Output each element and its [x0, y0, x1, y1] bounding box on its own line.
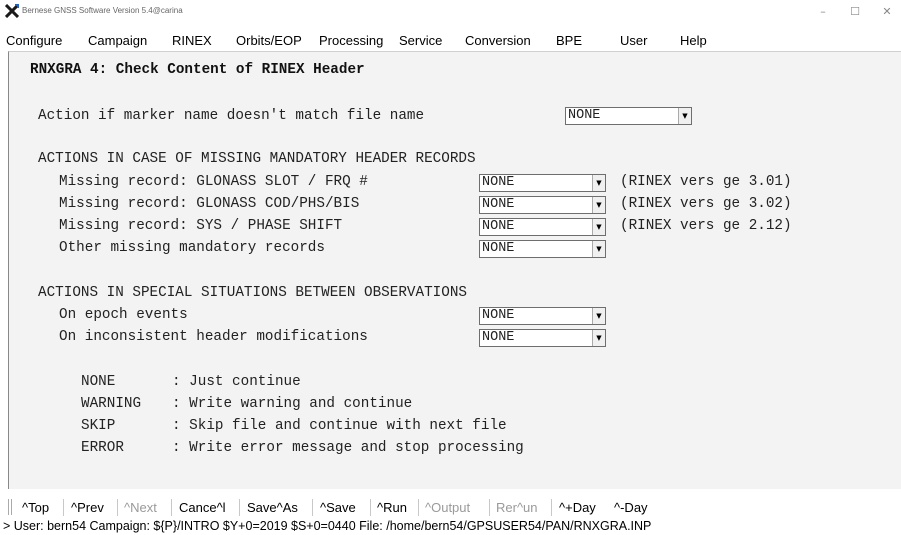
inconsistent-header-select[interactable]: NONE ▼: [479, 329, 606, 347]
legend-key-error: ERROR: [81, 440, 142, 456]
toolbar-separator: [63, 499, 64, 516]
bernese-logo-icon: [5, 4, 19, 18]
toolbar-separator: [418, 499, 419, 516]
dropdown-arrow-icon: ▼: [592, 197, 605, 213]
maximize-icon[interactable]: ☐: [840, 3, 870, 21]
toolbar-grip-handle[interactable]: [8, 499, 12, 515]
select-value: NONE: [482, 197, 515, 212]
epoch-events-select[interactable]: NONE ▼: [479, 307, 606, 325]
select-value: NONE: [482, 330, 515, 345]
legend-desc-skip: : Skip file and continue with next file: [172, 418, 507, 434]
toolbar-separator: [239, 499, 240, 516]
toolbar-separator: [370, 499, 371, 516]
legend-key-none: NONE: [81, 374, 142, 390]
row-label-other-missing: Other missing mandatory records: [59, 240, 325, 256]
marker-label: Action if marker name doesn't match file…: [38, 108, 425, 124]
glonass-cod-select[interactable]: NONE ▼: [479, 196, 606, 214]
menu-rinex[interactable]: RINEX: [172, 33, 212, 48]
legend-desc-warning: : Write warning and continue: [172, 396, 413, 412]
top-button[interactable]: ^Top: [22, 500, 49, 515]
menu-bar: Configure Campaign RINEX Orbits/EOP Proc…: [0, 28, 901, 50]
row-label-glonass-slot: Missing record: GLONASS SLOT / FRQ #: [59, 174, 368, 190]
legend-desc-error: : Write error message and stop processin…: [172, 440, 524, 456]
title-bar: Bernese GNSS Software Version 5.4@carina…: [0, 0, 901, 24]
select-value: NONE: [482, 308, 515, 323]
section-heading-special: ACTIONS IN SPECIAL SITUATIONS BETWEEN OB…: [38, 285, 467, 301]
row-label-glonass-cod: Missing record: GLONASS COD/PHS/BIS: [59, 196, 360, 212]
menu-configure[interactable]: Configure: [6, 33, 62, 48]
legend-key-skip: SKIP: [81, 418, 142, 434]
row-note-glonass-cod: (RINEX vers ge 3.02): [620, 196, 792, 212]
cancel-button[interactable]: Cance^l: [179, 500, 226, 515]
input-panel: RNXGRA 4: Check Content of RINEX Header …: [8, 51, 901, 489]
rerun-button[interactable]: Rer^un: [496, 500, 538, 515]
row-label-epoch-events: On epoch events: [59, 307, 188, 323]
toolbar-separator: [489, 499, 490, 516]
minus-day-button[interactable]: ^-Day: [614, 500, 648, 515]
select-value: NONE: [568, 108, 601, 123]
dropdown-arrow-icon: ▼: [678, 108, 691, 124]
legend-desc-none: : Just continue: [172, 374, 301, 390]
save-button[interactable]: ^Save: [320, 500, 356, 515]
toolbar-separator: [171, 499, 172, 516]
status-bar: > User: bern54 Campaign: ${P}/INTRO $Y+0…: [0, 519, 901, 535]
other-missing-select[interactable]: NONE ▼: [479, 240, 606, 258]
select-value: NONE: [482, 241, 515, 256]
dropdown-arrow-icon: ▼: [592, 330, 605, 346]
toolbar-separator: [312, 499, 313, 516]
output-button[interactable]: ^Output: [425, 500, 470, 515]
row-note-glonass-slot: (RINEX vers ge 3.01): [620, 174, 792, 190]
next-button[interactable]: ^Next: [124, 500, 157, 515]
row-note-sys-phase: (RINEX vers ge 2.12): [620, 218, 792, 234]
menu-orbits-eop[interactable]: Orbits/EOP: [236, 33, 302, 48]
select-value: NONE: [482, 219, 515, 234]
window-title: Bernese GNSS Software Version 5.4@carina: [22, 6, 183, 15]
panel-title: RNXGRA 4: Check Content of RINEX Header: [30, 62, 365, 78]
select-value: NONE: [482, 175, 515, 190]
toolbar-separator: [551, 499, 552, 516]
menu-user[interactable]: User: [620, 33, 647, 48]
glonass-slot-select[interactable]: NONE ▼: [479, 174, 606, 192]
save-as-button[interactable]: Save^As: [247, 500, 298, 515]
prev-button[interactable]: ^Prev: [71, 500, 104, 515]
menu-service[interactable]: Service: [399, 33, 442, 48]
menu-help[interactable]: Help: [680, 33, 707, 48]
close-icon[interactable]: ✕: [872, 3, 901, 21]
sys-phase-shift-select[interactable]: NONE ▼: [479, 218, 606, 236]
toolbar-separator: [117, 499, 118, 516]
row-label-sys-phase: Missing record: SYS / PHASE SHIFT: [59, 218, 343, 234]
minimize-icon[interactable]: –: [808, 3, 838, 21]
plus-day-button[interactable]: ^+Day: [559, 500, 596, 515]
legend-key-warning: WARNING: [81, 396, 142, 412]
dropdown-arrow-icon: ▼: [592, 219, 605, 235]
row-label-inconsistent-header: On inconsistent header modifications: [59, 329, 368, 345]
bottom-toolbar: ^Top ^Prev ^Next Cance^l Save^As ^Save ^…: [0, 496, 901, 518]
menu-processing[interactable]: Processing: [319, 33, 383, 48]
dropdown-arrow-icon: ▼: [592, 241, 605, 257]
menu-conversion[interactable]: Conversion: [465, 33, 531, 48]
marker-action-select[interactable]: NONE ▼: [565, 107, 692, 125]
menu-campaign[interactable]: Campaign: [88, 33, 147, 48]
section-heading-missing: ACTIONS IN CASE OF MISSING MANDATORY HEA…: [38, 151, 476, 167]
dropdown-arrow-icon: ▼: [592, 308, 605, 324]
run-button[interactable]: ^Run: [377, 500, 407, 515]
dropdown-arrow-icon: ▼: [592, 175, 605, 191]
menu-bpe[interactable]: BPE: [556, 33, 582, 48]
